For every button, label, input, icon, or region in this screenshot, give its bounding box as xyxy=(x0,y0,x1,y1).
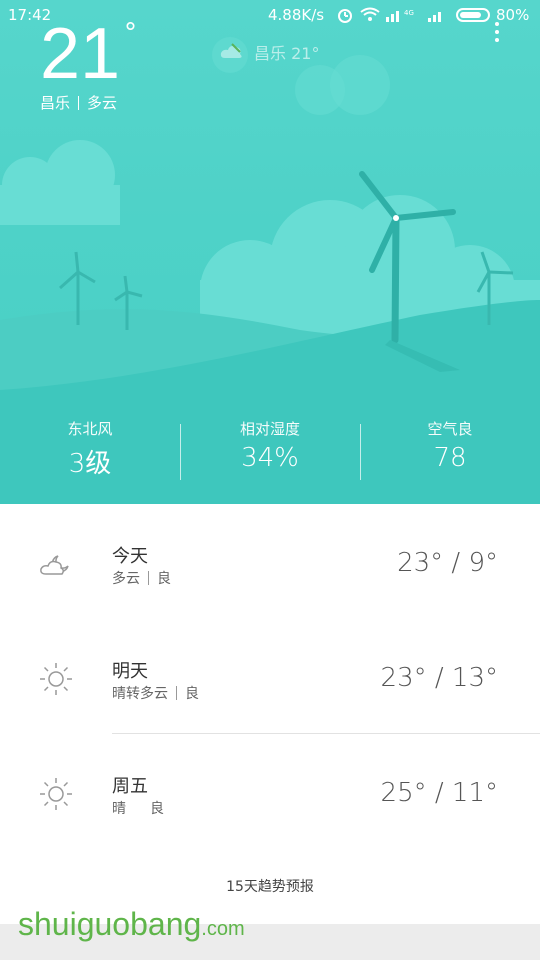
divider xyxy=(360,424,361,480)
wifi-icon xyxy=(360,7,380,21)
stat-label: 相对湿度 xyxy=(239,420,300,438)
signal-icon xyxy=(428,12,441,22)
forecast-condition: 晴 xyxy=(112,801,126,817)
forecast-row-tomorrow[interactable]: 明天 晴转多云 良 23° / 13° xyxy=(0,619,540,734)
forecast-day: 今天 xyxy=(112,546,148,567)
more-menu-button[interactable] xyxy=(490,22,504,46)
battery-fill xyxy=(460,12,481,18)
forecast-condition: 晴转多云 xyxy=(112,686,168,702)
cloud-icon xyxy=(220,43,242,58)
stat-value: 3级 xyxy=(68,449,112,479)
stat-wind[interactable]: 东北风 3级 xyxy=(0,418,180,488)
watermark-suffix: .com xyxy=(201,918,245,940)
faded-location-header: 昌乐 21° xyxy=(220,40,319,64)
divider xyxy=(180,424,181,480)
forecast-detail: 晴转多云 良 xyxy=(112,683,199,703)
weather-hero: 17:42 4.88K/s 4G 80% 昌乐 21° 21 ° 昌乐 多云 东… xyxy=(0,0,540,504)
watermark-text: shuiguobang xyxy=(18,906,202,942)
stat-label: 空气良 xyxy=(427,420,473,438)
divider xyxy=(78,95,80,110)
forecast-day: 周五 xyxy=(112,776,148,797)
forecast-condition: 多云 xyxy=(112,571,140,587)
signal-4g-icon: 4G xyxy=(386,9,414,22)
stat-humidity[interactable]: 相对湿度 34% xyxy=(180,418,360,488)
sun-icon xyxy=(40,778,72,810)
forecast-temps: 25° / 11° xyxy=(380,778,498,808)
status-icons: 4G xyxy=(336,6,446,24)
cloudy-moon-icon xyxy=(40,555,69,575)
fifteen-day-trend-link[interactable]: 15天趋势预报 xyxy=(0,876,540,896)
current-temperature: 21 xyxy=(40,14,121,94)
sun-icon xyxy=(40,663,72,695)
forecast-temps: 23° / 9° xyxy=(397,548,498,578)
forecast-detail: 晴 良 xyxy=(112,798,164,818)
forecast-aqi: 良 xyxy=(150,801,164,817)
city-condition[interactable]: 昌乐 多云 xyxy=(40,92,117,113)
faded-location-text: 昌乐 21° xyxy=(254,44,320,63)
current-condition: 多云 xyxy=(87,94,118,112)
battery-icon xyxy=(456,8,490,22)
forecast-row-today[interactable]: 今天 多云 良 23° / 9° xyxy=(0,504,540,619)
divider xyxy=(148,571,149,585)
stat-label: 东北风 xyxy=(67,420,113,438)
forecast-aqi: 良 xyxy=(157,571,171,587)
degree-symbol: ° xyxy=(124,18,137,48)
forecast-detail: 多云 良 xyxy=(112,568,171,588)
network-speed: 4.88K/s xyxy=(268,6,325,24)
alarm-icon xyxy=(338,9,352,23)
stat-value: 78 xyxy=(433,443,467,473)
city-name: 昌乐 xyxy=(40,94,71,112)
weather-stats: 东北风 3级 相对湿度 34% 空气良 78 xyxy=(0,418,540,488)
forecast-list: 今天 多云 良 23° / 9° 明天 晴转多云 良 23° / 13° 周五 … xyxy=(0,504,540,849)
forecast-aqi: 良 xyxy=(185,686,199,702)
forecast-row-friday[interactable]: 周五 晴 良 25° / 11° xyxy=(0,734,540,849)
stat-air-quality[interactable]: 空气良 78 xyxy=(360,418,540,488)
forecast-temps: 23° / 13° xyxy=(380,663,498,693)
svg-text:4G: 4G xyxy=(404,9,414,17)
site-watermark: shuiguobang.com xyxy=(18,906,245,943)
forecast-day: 明天 xyxy=(112,661,148,682)
stat-value: 34% xyxy=(241,443,299,473)
divider xyxy=(176,686,177,700)
